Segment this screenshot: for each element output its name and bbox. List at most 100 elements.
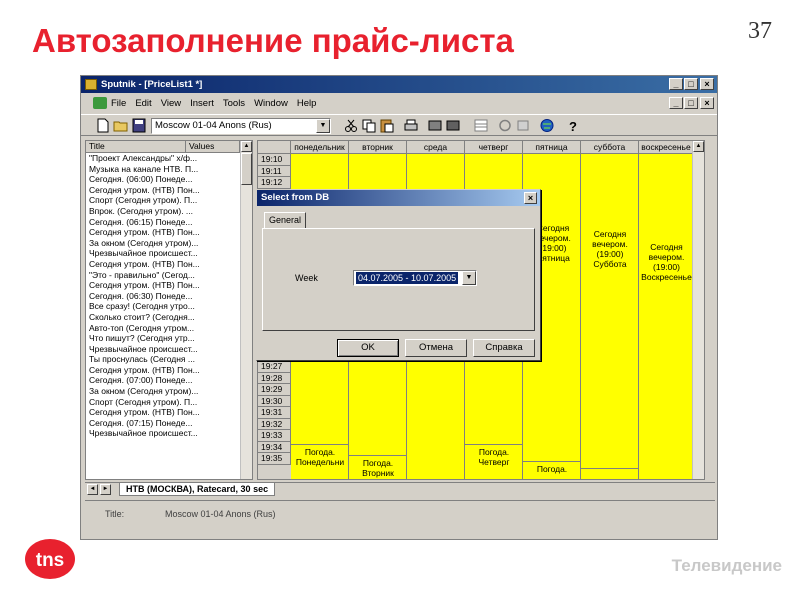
list-item[interactable]: Сегодня. (07:00) Понеде... xyxy=(86,375,236,386)
dialog-close-icon[interactable]: × xyxy=(524,192,537,204)
tab-next-icon[interactable]: ► xyxy=(100,484,111,495)
window-titlebar[interactable]: Sputnik - [PriceList1 *] _ □ × xyxy=(81,76,717,93)
menu-file[interactable]: File xyxy=(111,98,126,109)
footer-brand: Телевидение xyxy=(671,556,782,575)
window-title: Sputnik - [PriceList1 *] xyxy=(101,79,203,90)
day-column-sun[interactable] xyxy=(639,154,694,479)
time-slot: 19:30 xyxy=(258,395,291,407)
info-panel: Title: Moscow 01-04 Anons (Rus) xyxy=(85,500,715,536)
list-item[interactable]: Сегодня утром. (НТВ) Пон... xyxy=(86,185,236,196)
cell-sat-evening[interactable]: Сегодня вечером. (19:00) Суббота xyxy=(584,229,636,269)
globe-icon[interactable] xyxy=(539,118,555,133)
copy-icon[interactable] xyxy=(361,118,377,133)
list-item[interactable]: Сегодня утром. (НТВ) Пон... xyxy=(86,259,236,270)
save-icon[interactable] xyxy=(131,118,147,133)
scroll-up-icon[interactable]: ▲ xyxy=(693,141,704,152)
day-header-thu[interactable]: четверг xyxy=(465,141,523,154)
list-item[interactable]: Сегодня утром. (НТВ) Пон... xyxy=(86,407,236,418)
cut-icon[interactable] xyxy=(343,118,359,133)
refresh-icon[interactable] xyxy=(497,118,513,133)
list-item[interactable]: За окном (Сегодня утром)... xyxy=(86,238,236,249)
paste-icon[interactable] xyxy=(379,118,395,133)
list-item[interactable]: Сегодня утром. (НТВ) Пон... xyxy=(86,280,236,291)
help-icon[interactable]: ? xyxy=(565,118,581,133)
list-item[interactable]: "Это - правильно" (Сегод... xyxy=(86,270,236,281)
day-header-sat[interactable]: суббота xyxy=(581,141,639,154)
list-item[interactable]: Сегодня. (06:30) Понеде... xyxy=(86,291,236,302)
list-item[interactable]: Спорт (Сегодня утром). П... xyxy=(86,397,236,408)
tab-general[interactable]: General xyxy=(264,212,306,229)
menu-insert[interactable]: Insert xyxy=(190,98,214,109)
close-icon[interactable]: × xyxy=(700,78,714,90)
list-item[interactable]: Чрезвычайное происшест... xyxy=(86,248,236,259)
channel-select[interactable]: Moscow 01-04 Anons (Rus) ▼ xyxy=(151,118,331,134)
list-item[interactable]: Все сразу! (Сегодня утро... xyxy=(86,301,236,312)
cell-sun-evening[interactable]: Сегодня вечером. (19:00) Воскресенье xyxy=(640,242,693,282)
dialog-title[interactable]: Select from DB xyxy=(257,190,540,206)
day-header-tue[interactable]: вторник xyxy=(349,141,407,154)
cancel-button[interactable]: Отмена xyxy=(405,339,467,357)
list-item[interactable]: Что пишут? (Сегодня утр... xyxy=(86,333,236,344)
chevron-down-icon[interactable]: ▼ xyxy=(462,271,476,285)
day-column-sat[interactable] xyxy=(581,154,639,479)
maximize-icon[interactable]: □ xyxy=(684,78,698,90)
time-slot: 19:11 xyxy=(258,165,291,177)
list-item[interactable]: Сегодня. (06:00) Понеде... xyxy=(86,174,236,185)
mdi-minimize-icon[interactable]: _ xyxy=(669,97,683,109)
mdi-restore-icon[interactable]: □ xyxy=(684,97,698,109)
list-item[interactable]: "Проект Александры" х/ф... xyxy=(86,153,236,164)
list-item[interactable]: За окном (Сегодня утром)... xyxy=(86,386,236,397)
day-header-sun[interactable]: воскресенье xyxy=(639,141,694,154)
list-view-icon[interactable] xyxy=(445,118,461,133)
scroll-thumb[interactable] xyxy=(241,153,252,185)
tab-ratecard[interactable]: НТВ (МОСКВА), Ratecard, 30 sec xyxy=(119,483,276,496)
day-header-mon[interactable]: понедельник xyxy=(291,141,349,154)
list-item[interactable]: Чрезвычайное происшест... xyxy=(86,344,236,355)
program-list[interactable]: Title Values "Проект Александры" х/ф... М… xyxy=(85,140,253,480)
cell-fri-weather[interactable]: Погода. xyxy=(524,464,580,474)
table-icon[interactable] xyxy=(473,118,489,133)
day-header-fri[interactable]: пятница xyxy=(523,141,581,154)
grid-scrollbar[interactable]: ▲ xyxy=(692,141,704,479)
list-item[interactable]: Впрок. (Сегодня утром). ... xyxy=(86,206,236,217)
list-item[interactable]: Ты проснулась (Сегодня ... xyxy=(86,354,236,365)
scroll-up-icon[interactable]: ▲ xyxy=(241,141,252,152)
list-item[interactable]: Музыка на канале НТВ. П... xyxy=(86,164,236,175)
document-icon[interactable] xyxy=(93,97,107,109)
time-slot: 19:32 xyxy=(258,418,291,430)
print-icon[interactable] xyxy=(403,118,419,133)
link-icon[interactable] xyxy=(515,118,531,133)
new-file-icon[interactable] xyxy=(95,118,111,133)
list-rows: "Проект Александры" х/ф... Музыка на кана… xyxy=(86,153,252,439)
cell-thu-weather[interactable]: Погода. Четверг xyxy=(466,447,522,467)
ok-button[interactable]: OK xyxy=(337,339,399,357)
help-button[interactable]: Справка xyxy=(473,339,535,357)
week-select[interactable]: 04.07.2005 - 10.07.2005 ▼ xyxy=(353,270,477,286)
menu-view[interactable]: View xyxy=(161,98,181,109)
list-item[interactable]: Спорт (Сегодня утром). П... xyxy=(86,195,236,206)
minimize-icon[interactable]: _ xyxy=(669,78,683,90)
grid-view-icon[interactable] xyxy=(427,118,443,133)
list-item[interactable]: Сколько стоит? (Сегодня... xyxy=(86,312,236,323)
open-folder-icon[interactable] xyxy=(113,118,129,133)
menu-edit[interactable]: Edit xyxy=(135,98,151,109)
col-title[interactable]: Title xyxy=(86,141,186,152)
list-item[interactable]: Сегодня утром. (НТВ) Пон... xyxy=(86,365,236,376)
menu-help[interactable]: Help xyxy=(297,98,317,109)
menu-window[interactable]: Window xyxy=(254,98,288,109)
cell-tue-weather[interactable]: Погода. Вторник xyxy=(350,458,406,478)
mdi-close-icon[interactable]: × xyxy=(700,97,714,109)
tab-prev-icon[interactable]: ◄ xyxy=(87,484,98,495)
week-value: 04.07.2005 - 10.07.2005 xyxy=(356,272,459,284)
list-item[interactable]: Сегодня. (07:15) Понеде... xyxy=(86,418,236,429)
chevron-down-icon[interactable]: ▼ xyxy=(316,119,330,133)
col-values[interactable]: Values xyxy=(186,141,240,152)
menu-tools[interactable]: Tools xyxy=(223,98,245,109)
list-item[interactable]: Сегодня. (06:15) Понеде... xyxy=(86,217,236,228)
day-header-wed[interactable]: среда xyxy=(407,141,465,154)
list-item[interactable]: Чрезвычайное происшест... xyxy=(86,428,236,439)
cell-mon-weather[interactable]: Погода. Понедельни xyxy=(292,447,348,467)
list-item[interactable]: Сегодня утром. (НТВ) Пон... xyxy=(86,227,236,238)
list-scrollbar[interactable]: ▲ xyxy=(240,141,252,479)
list-item[interactable]: Авто-топ (Сегодня утром... xyxy=(86,323,236,334)
